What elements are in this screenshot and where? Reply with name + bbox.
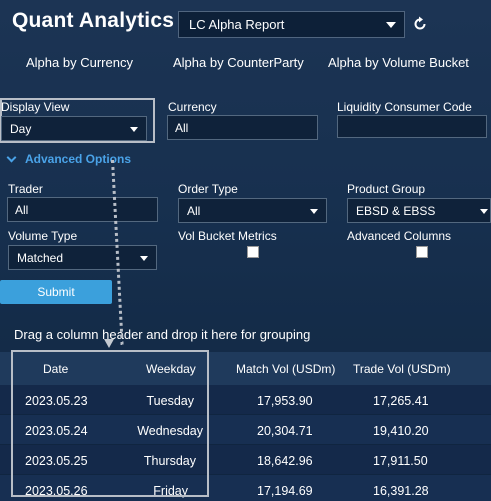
date-weekday-highlight [11,350,209,497]
display-view-label: Display View [1,100,70,114]
product-group-select[interactable]: EBSD & EBSS [347,198,491,223]
report-select-value: LC Alpha Report [189,17,285,32]
cell-match-vol: 20,304.71 [257,424,313,438]
cell-trade-vol: 16,391.28 [373,484,429,498]
trader-input[interactable]: All [7,197,158,222]
vol-bucket-metrics-label: Vol Bucket Metrics [178,229,277,243]
order-type-select[interactable]: All [178,198,327,223]
advanced-columns-label: Advanced Columns [347,229,452,243]
chevron-down-icon [386,22,396,28]
cell-trade-vol: 17,911.50 [373,454,428,468]
cell-trade-vol: 17,265.41 [373,394,429,408]
tab-alpha-by-volume-bucket[interactable]: Alpha by Volume Bucket [328,55,469,70]
chevron-down-icon [130,127,138,132]
cell-match-vol: 17,194.69 [257,484,313,498]
trader-label: Trader [8,182,43,196]
product-group-value: EBSD & EBSS [356,204,436,218]
app-title: Quant Analytics [12,9,175,32]
display-view-select[interactable]: Day [1,116,147,141]
cell-match-vol: 17,953.90 [257,394,313,408]
display-view-value: Day [10,122,32,136]
volume-type-value: Matched [17,251,64,265]
liquidity-consumer-code-label: Liquidity Consumer Code [337,100,472,114]
order-type-value: All [187,204,201,218]
cell-trade-vol: 19,410.20 [373,424,429,438]
vol-bucket-metrics-checkbox[interactable] [247,246,259,258]
grouping-drop-zone[interactable]: Drag a column header and drop it here fo… [14,327,310,342]
tab-alpha-by-currency[interactable]: Alpha by Currency [26,55,133,70]
column-header-match-vol[interactable]: Match Vol (USDm) [236,362,335,376]
order-type-label: Order Type [178,182,238,196]
report-select[interactable]: LC Alpha Report [178,11,405,38]
currency-label: Currency [168,100,217,114]
tab-alpha-by-counterparty[interactable]: Alpha by CounterParty [173,55,304,70]
advanced-options-label: Advanced Options [25,152,132,166]
chevron-down-icon [6,152,17,163]
column-header-trade-vol[interactable]: Trade Vol (USDm) [353,362,451,376]
volume-type-select[interactable]: Matched [8,245,157,270]
product-group-label: Product Group [347,182,426,196]
volume-type-label: Volume Type [8,229,78,243]
chevron-down-icon [310,209,318,214]
annotation-arrow-icon [104,339,114,348]
advanced-columns-checkbox[interactable] [416,246,428,258]
chevron-down-icon [140,256,148,261]
currency-input[interactable]: All [167,115,318,140]
refresh-icon[interactable] [412,16,428,32]
cell-match-vol: 18,642.96 [257,454,313,468]
chevron-down-icon [480,209,488,214]
submit-button[interactable]: Submit [0,280,112,304]
liquidity-consumer-code-input[interactable] [337,115,487,138]
